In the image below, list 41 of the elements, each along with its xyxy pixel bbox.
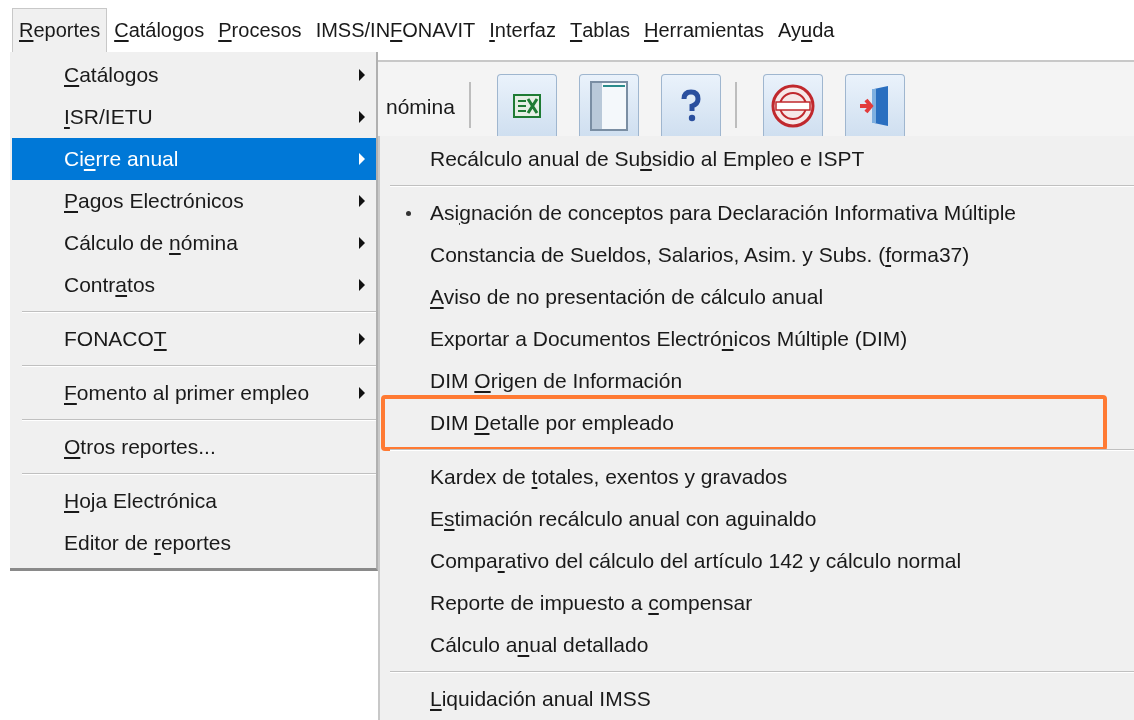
toolbar-button[interactable] — [578, 74, 639, 136]
menu-item[interactable]: FONACOT — [12, 318, 376, 360]
help-icon — [679, 88, 702, 123]
menu-bar-item[interactable]: Catálogos — [107, 8, 212, 52]
toolbar-label: nómina — [386, 95, 455, 119]
menu-item[interactable]: Exportar a Documentos Electrónicos Múltiple (DIM) — [380, 318, 1134, 360]
toolbar-button[interactable] — [660, 74, 721, 136]
menu-item[interactable]: ISR/IETU — [12, 96, 376, 138]
menu-bar-item[interactable]: IMSS/INFONAVIT — [308, 8, 483, 52]
menu-item[interactable]: DIM Detalle por empleado — [385, 402, 1103, 444]
menu-item[interactable]: Kardex de totales, exentos y gravados — [380, 456, 1134, 498]
stamp-icon — [769, 82, 816, 129]
menu-item[interactable]: Estimación recálculo anual con aguinaldo — [380, 498, 1134, 540]
menu-item[interactable]: Liquidación anual IMSS — [380, 678, 1134, 720]
toolbar-button[interactable] — [844, 74, 905, 136]
menu-item[interactable]: Hoja Electrónica — [12, 480, 376, 522]
menu-bar-item[interactable]: Procesos — [211, 8, 309, 52]
menu-item[interactable]: DIM Origen de Información — [380, 360, 1134, 402]
menu-item[interactable]: Recálculo anual de Subsidio al Empleo e ISPT — [380, 138, 1134, 180]
menu-bar-item[interactable]: Ayuda — [771, 8, 842, 52]
toolbar-button[interactable] — [762, 74, 823, 136]
menu-item[interactable]: Constancia de Sueldos, Salarios, Asim. y Subs. (forma37) — [380, 234, 1134, 276]
menu-item[interactable]: Contratos — [12, 264, 376, 306]
menu-item[interactable]: Otros reportes... — [12, 426, 376, 468]
menu-item[interactable]: Pagos Electrónicos — [12, 180, 376, 222]
menu-item[interactable]: Aviso de no presentación de cálculo anual — [380, 276, 1134, 318]
menu-item[interactable]: Reporte de impuesto a compensar — [380, 582, 1134, 624]
menu-item[interactable]: Catálogos — [12, 54, 376, 96]
menu-bar-item[interactable]: Interfaz — [482, 8, 563, 52]
menu-item[interactable]: Fomento al primer empleo — [12, 372, 376, 414]
menu-item[interactable]: Cálculo anual detallado — [380, 624, 1134, 666]
menu-item[interactable]: Asignación de conceptos para Declaración Informativa Múltiple — [380, 192, 1134, 234]
menu-item[interactable]: Editor de reportes — [12, 522, 376, 564]
menu-bar-item[interactable]: Reportes — [12, 8, 108, 52]
menu-item[interactable]: Cálculo de nómina — [12, 222, 376, 264]
panel-icon — [588, 79, 629, 132]
menu-item[interactable]: Cierre anual — [12, 138, 376, 180]
menu-item[interactable]: Comparativo del cálculo del artículo 142 y cálculo normal — [380, 540, 1134, 582]
menu-bar-item[interactable]: Tablas — [563, 8, 637, 52]
toolbar-button[interactable] — [496, 74, 557, 136]
menu-bar-item[interactable]: Herramientas — [637, 8, 772, 52]
